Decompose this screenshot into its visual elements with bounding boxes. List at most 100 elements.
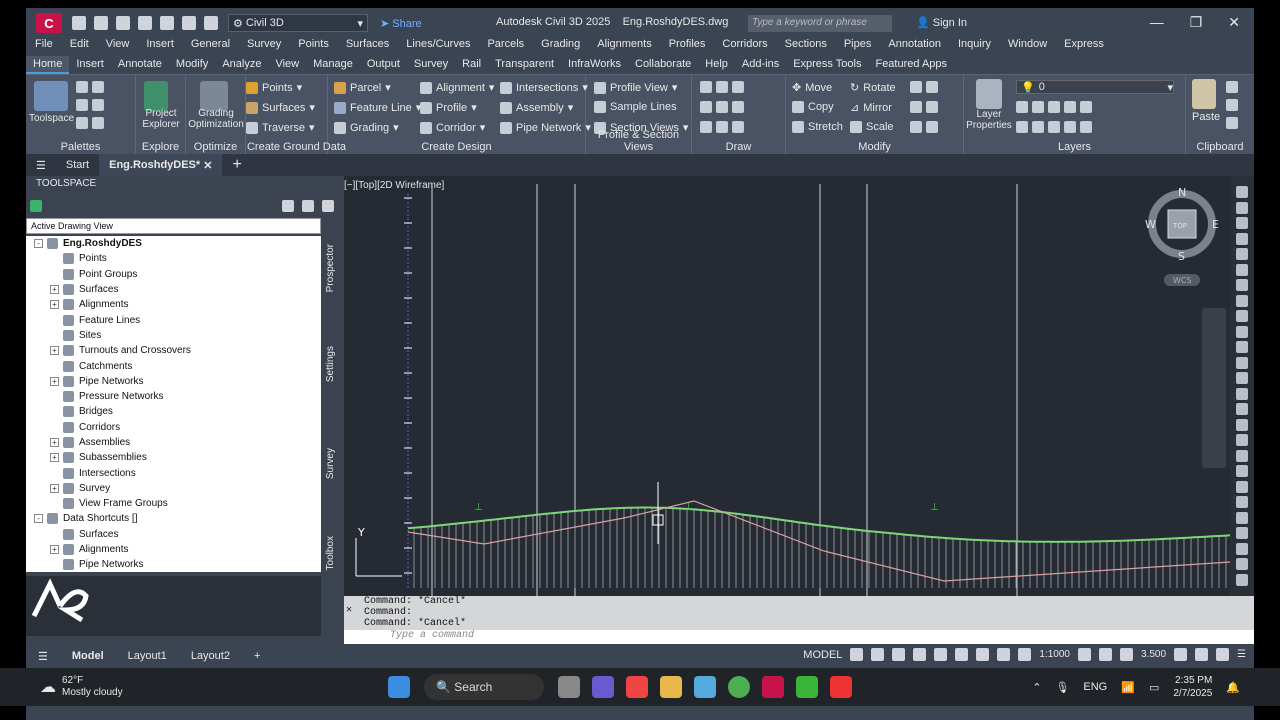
maximize-icon[interactable]: ❐ bbox=[1190, 14, 1203, 31]
palette-icons-3[interactable] bbox=[76, 117, 104, 129]
civil3d-icon[interactable] bbox=[762, 676, 784, 698]
panel-icon[interactable] bbox=[302, 200, 314, 212]
new-icon[interactable] bbox=[72, 16, 86, 30]
nav-tool-icon[interactable] bbox=[1236, 434, 1248, 446]
tree-item[interactable]: + Turnouts and Crossovers bbox=[26, 343, 321, 358]
menu-item-inquiry[interactable]: Inquiry bbox=[949, 38, 999, 54]
save-icon[interactable] bbox=[116, 16, 130, 30]
redo-icon[interactable] bbox=[204, 16, 218, 30]
customize-icon[interactable]: ☰ bbox=[1237, 649, 1246, 660]
nav-tool-icon[interactable] bbox=[1236, 418, 1248, 431]
tab-modify[interactable]: Modify bbox=[169, 56, 215, 74]
tab-collaborate[interactable]: Collaborate bbox=[628, 56, 698, 74]
tree-item[interactable]: Pressure Networks bbox=[26, 389, 321, 404]
tree-view-icon[interactable] bbox=[282, 200, 294, 212]
utorrent-icon[interactable] bbox=[728, 676, 750, 698]
feature-line-button[interactable]: Feature Line ▾ bbox=[334, 101, 421, 114]
menu-item-insert[interactable]: Insert bbox=[137, 38, 182, 54]
toolspace-icon[interactable] bbox=[34, 81, 68, 111]
expand-icon[interactable]: + bbox=[50, 300, 59, 310]
nav-tool-icon[interactable] bbox=[1236, 263, 1248, 276]
clock[interactable]: 2:35 PM 2/7/2025 bbox=[1173, 674, 1212, 700]
nav-tool-icon[interactable] bbox=[1236, 511, 1248, 524]
menu-item-edit[interactable]: Edit bbox=[61, 38, 97, 54]
tab-transparent[interactable]: Transparent bbox=[488, 56, 561, 74]
tree-item[interactable]: + Alignments bbox=[26, 297, 321, 312]
tab-view[interactable]: View bbox=[268, 56, 306, 74]
camtasia-icon[interactable] bbox=[796, 676, 818, 698]
move-button[interactable]: ✥ Move bbox=[792, 81, 832, 95]
menu-item-corridors[interactable]: Corridors bbox=[713, 38, 775, 54]
saveas-icon[interactable] bbox=[138, 16, 152, 30]
design-profile-line[interactable] bbox=[407, 506, 1230, 543]
expand-icon[interactable]: + bbox=[50, 438, 59, 447]
tree-item[interactable]: + Alignments bbox=[26, 542, 321, 557]
menu-item-profiles[interactable]: Profiles bbox=[660, 38, 714, 54]
tab-survey[interactable]: Survey bbox=[407, 56, 455, 74]
model-button[interactable]: MODEL bbox=[803, 649, 842, 661]
profile-view-button[interactable]: Profile View ▾ bbox=[594, 81, 677, 94]
modify-tools-row2[interactable] bbox=[910, 101, 938, 113]
palette-icons-2[interactable] bbox=[76, 99, 104, 111]
view-select[interactable]: Active Drawing View bbox=[26, 218, 321, 234]
tree-item[interactable]: + Subassemblies bbox=[26, 450, 321, 465]
tab-express-tools[interactable]: Express Tools bbox=[786, 56, 868, 74]
grading-button[interactable]: Grading ▾ bbox=[334, 121, 399, 134]
surfaces-button[interactable]: Surfaces ▾ bbox=[246, 101, 315, 114]
drawing-tab[interactable]: Eng.RoshdyDES* ✕ bbox=[99, 154, 223, 176]
sign-in-button[interactable]: 👤 Sign In bbox=[916, 16, 967, 29]
grading-optimization-button[interactable]: Grading Optimization bbox=[186, 108, 246, 130]
workspace-select[interactable]: ⚙ Civil 3D ▾ bbox=[228, 14, 368, 32]
nav-tool-icon[interactable] bbox=[1236, 465, 1248, 477]
viewport-label[interactable]: [−][Top][2D Wireframe] bbox=[344, 180, 444, 191]
nav-tool-icon[interactable] bbox=[1236, 403, 1248, 415]
help-icon[interactable] bbox=[322, 200, 334, 212]
layout1-tab[interactable]: Layout1 bbox=[116, 650, 179, 662]
expand-icon[interactable]: + bbox=[50, 346, 59, 356]
nav-tool-icon[interactable] bbox=[1236, 217, 1248, 229]
menu-item-survey[interactable]: Survey bbox=[238, 38, 289, 54]
scale-select[interactable]: 1:1000 bbox=[1039, 649, 1070, 660]
clipboard-tools[interactable] bbox=[1226, 81, 1238, 129]
layer-tools-row2[interactable] bbox=[1016, 121, 1092, 133]
taskbar-search[interactable]: 🔍 Search bbox=[424, 674, 544, 700]
intersections-button[interactable]: Intersections ▾ bbox=[500, 81, 588, 94]
ortho-icon[interactable] bbox=[892, 648, 906, 661]
close-icon[interactable]: ✕ bbox=[346, 604, 362, 616]
menu-item-general[interactable]: General bbox=[182, 38, 238, 54]
task-view-icon[interactable] bbox=[558, 676, 580, 698]
layout2-tab[interactable]: Layout2 bbox=[179, 650, 242, 662]
hamburger-icon[interactable]: ☰ bbox=[26, 154, 56, 176]
grading-optimization-icon[interactable] bbox=[200, 81, 228, 111]
nav-tool-icon[interactable] bbox=[1236, 279, 1248, 291]
gear-icon[interactable] bbox=[1078, 648, 1091, 661]
mirror-button[interactable]: ⊿ Mirror bbox=[850, 101, 892, 115]
tab-home[interactable]: Home bbox=[26, 56, 70, 74]
windows-start-icon[interactable] bbox=[388, 676, 410, 698]
print-icon[interactable] bbox=[160, 16, 174, 30]
toolspace-icon[interactable] bbox=[30, 200, 42, 212]
nav-tool-icon[interactable] bbox=[1236, 542, 1248, 555]
menu-item-window[interactable]: Window bbox=[999, 38, 1055, 54]
menu-item-grading[interactable]: Grading bbox=[532, 38, 588, 54]
alignment-button[interactable]: Alignment ▾ bbox=[420, 81, 494, 94]
layer-tools-row1[interactable] bbox=[1016, 101, 1092, 113]
draw-tools-row1[interactable] bbox=[700, 81, 744, 93]
expand-icon[interactable]: + bbox=[50, 376, 59, 386]
close-icon[interactable]: ✕ bbox=[1228, 14, 1240, 31]
tab-add-ins[interactable]: Add-ins bbox=[735, 56, 786, 74]
tree-item[interactable]: Points bbox=[26, 251, 321, 266]
grid-icon[interactable] bbox=[850, 648, 864, 661]
modify-tools-row3[interactable] bbox=[910, 121, 938, 133]
notifications-icon[interactable]: 🔔 bbox=[1226, 681, 1240, 694]
start-tab[interactable]: Start bbox=[56, 154, 99, 176]
side-tab-settings[interactable]: Settings bbox=[325, 346, 336, 382]
collapse-icon[interactable]: - bbox=[34, 239, 43, 249]
menu-item-file[interactable]: File bbox=[26, 38, 61, 54]
scale-button[interactable]: Scale bbox=[850, 121, 894, 133]
sample-lines-button[interactable]: Sample Lines bbox=[594, 101, 677, 113]
wifi-icon[interactable]: 📶 bbox=[1121, 681, 1135, 694]
side-tab-survey[interactable]: Survey bbox=[325, 448, 336, 479]
tree-item[interactable]: - Data Shortcuts [] bbox=[26, 511, 321, 526]
paste-button[interactable]: Paste bbox=[1192, 111, 1220, 123]
